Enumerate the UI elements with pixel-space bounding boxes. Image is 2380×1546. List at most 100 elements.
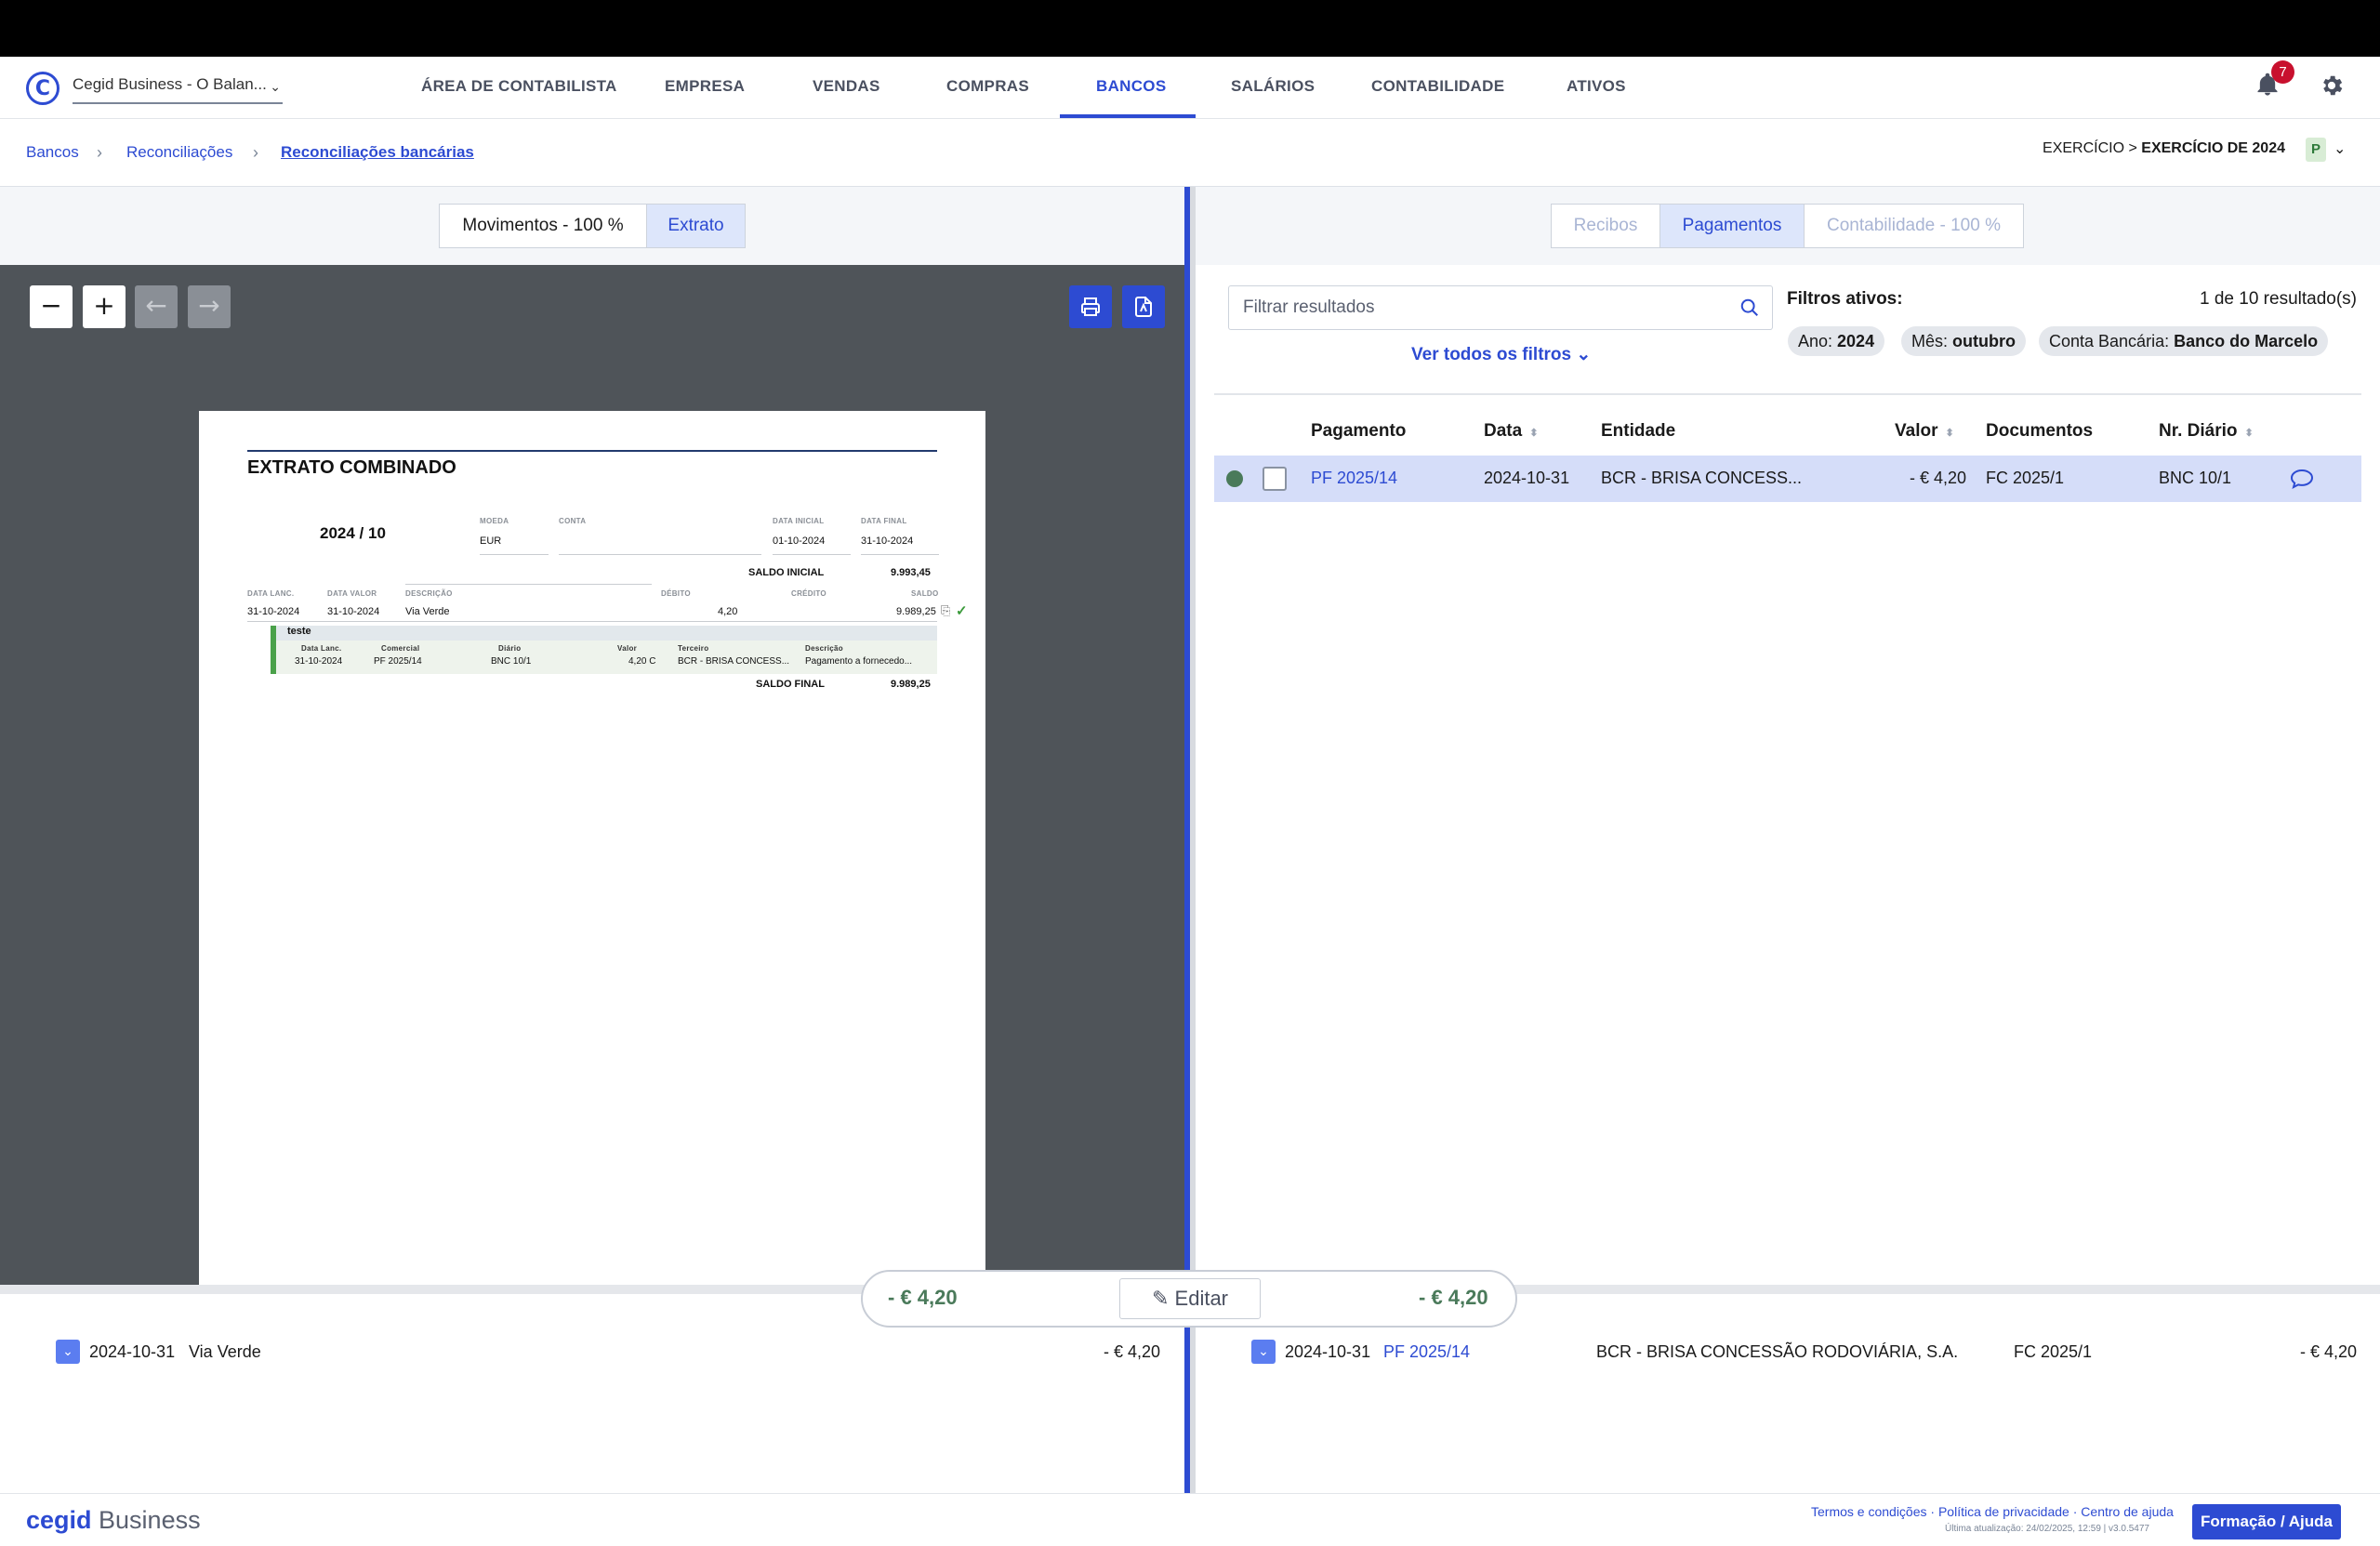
group-header: [271, 626, 937, 641]
group-header-data-lanc: Data Lanc.: [301, 644, 342, 653]
payment-entity: BCR - BRISA CONCESSÃO RODOVIÁRIA, S.A.: [1596, 1342, 1959, 1361]
column-header-pagamento[interactable]: Pagamento: [1311, 420, 1406, 443]
nav-item-compras[interactable]: COMPRAS: [946, 57, 1029, 116]
zoom-out-button[interactable]: −: [30, 285, 73, 328]
tab-movimentos[interactable]: Movimentos - 100 %: [439, 204, 647, 248]
nav-item-ativos[interactable]: ATIVOS: [1567, 57, 1626, 116]
column-header-nr-diario[interactable]: Nr. Diário ⬍: [2159, 420, 2254, 444]
previous-page-button[interactable]: ←: [135, 285, 178, 328]
tab-contabilidade[interactable]: Contabilidade - 100 %: [1804, 204, 2024, 248]
zoom-in-button[interactable]: +: [83, 285, 126, 328]
group-row-diario: BNC 10/1: [491, 656, 532, 667]
next-page-button[interactable]: →: [188, 285, 231, 328]
company-selector[interactable]: Cegid Business - O Balan... ⌄: [73, 74, 283, 104]
label-conta: CONTA: [559, 517, 587, 525]
line-data-valor: 31-10-2024: [327, 606, 380, 617]
payment-value: - € 4,20: [2300, 1342, 2358, 1361]
row-documents: FC 2025/1: [1986, 469, 2065, 487]
exercise-status-badge: P: [2306, 138, 2326, 162]
nav-item-contabilidade[interactable]: CONTABILIDADE: [1371, 57, 1504, 116]
row-checkbox[interactable]: [1263, 467, 1287, 491]
column-header-entidade[interactable]: Entidade: [1601, 420, 1675, 443]
exercise-selector[interactable]: EXERCÍCIO > EXERCÍCIO DE 2024: [2043, 138, 2285, 160]
label-data-final: DATA FINAL: [861, 517, 907, 525]
group-header-diario: Diário: [498, 644, 522, 653]
attachment-icon[interactable]: ⎘: [941, 603, 950, 618]
group-row-data-lanc: 31-10-2024: [295, 656, 343, 667]
column-header-data[interactable]: Data ⬍: [1484, 420, 1538, 444]
cegid-logo-icon[interactable]: C: [26, 72, 60, 105]
tab-extrato[interactable]: Extrato: [646, 204, 746, 248]
filter-chip-conta[interactable]: Conta Bancária: Banco do Marcelo: [2039, 326, 2329, 356]
nav-item-salarios[interactable]: SALÁRIOS: [1231, 57, 1315, 116]
movement-description: Via Verde: [189, 1342, 261, 1361]
row-value: - € 4,20: [1910, 469, 1967, 487]
breadcrumb-reconciliacoes[interactable]: Reconciliações: [126, 141, 232, 164]
payment-link[interactable]: PF 2025/14: [1383, 1340, 1470, 1364]
nav-item-contabilista[interactable]: ÁREA DE CONTABILISTA: [421, 57, 617, 116]
summary-right-total: - € 4,20: [1419, 1286, 1488, 1309]
row-payment-link[interactable]: PF 2025/14: [1311, 467, 1397, 489]
edit-label: Editar: [1174, 1287, 1229, 1310]
statement-period: 2024 / 10: [320, 524, 386, 542]
chip-value: outubro: [1952, 332, 2016, 350]
print-icon[interactable]: [1069, 285, 1112, 328]
nav-item-bancos[interactable]: BANCOS: [1096, 57, 1166, 116]
settings-gear-icon[interactable]: [2319, 73, 2345, 99]
status-dot: [1226, 470, 1243, 487]
column-header-nr-diario-label: Nr. Diário: [2159, 421, 2238, 441]
main-navigation: [0, 57, 2380, 119]
payments-panel: [1214, 265, 2361, 1264]
group-row-terceiro: BCR - BRISA CONCESS...: [678, 656, 790, 667]
breadcrumb-reconciliacoes-bancarias[interactable]: Reconciliações bancárias: [281, 141, 474, 164]
saldo-final-label: SALDO FINAL: [756, 679, 825, 690]
group-row-valor: 4,20 C: [628, 656, 656, 667]
comment-icon[interactable]: [2289, 468, 2315, 490]
nav-item-empresa[interactable]: EMPRESA: [665, 57, 745, 116]
search-icon[interactable]: [1739, 297, 1760, 318]
last-updated: Última atualização: 24/02/2025, 12:59 | …: [1945, 1524, 2149, 1534]
search-input[interactable]: Filtrar resultados: [1228, 285, 1773, 330]
tab-recibos[interactable]: Recibos: [1551, 204, 1660, 248]
filter-chip-mes[interactable]: Mês: outubro: [1901, 326, 2026, 356]
results-count: 1 de 10 resultado(s): [2200, 289, 2357, 309]
training-help-button[interactable]: Formação / Ajuda: [2192, 1504, 2341, 1539]
chip-key: Mês:: [1911, 332, 1953, 350]
footer-link-terms[interactable]: Termos e condições: [1811, 1504, 1927, 1519]
divider: [1214, 393, 2361, 395]
pdf-export-icon[interactable]: [1122, 285, 1165, 328]
breadcrumb-bancos[interactable]: Bancos: [26, 141, 79, 164]
chevron-down-icon[interactable]: ⌄: [2334, 138, 2346, 162]
brand-bold: cegid: [26, 1506, 92, 1534]
filter-chip-ano[interactable]: Ano: 2024: [1788, 326, 1885, 356]
column-header-documentos[interactable]: Documentos: [1986, 420, 2093, 443]
footer-link-help[interactable]: Centro de ajuda: [2081, 1504, 2174, 1519]
sort-icon: ⬍: [1529, 428, 1539, 439]
column-header-valor-label: Valor: [1895, 421, 1938, 441]
edit-button[interactable]: ✎ Editar: [1119, 1278, 1261, 1319]
see-all-filters-link[interactable]: Ver todos os filtros ⌄: [1411, 344, 1591, 366]
column-header-data-label: Data: [1484, 421, 1523, 441]
chip-key: Ano:: [1798, 332, 1838, 350]
saldo-inicial-label: SALDO INICIAL: [748, 567, 825, 578]
label-descricao: DESCRIÇÃO: [405, 589, 453, 598]
footer-link-privacy[interactable]: Política de privacidade: [1938, 1504, 2069, 1519]
movement-checkbox[interactable]: ⌄: [56, 1340, 80, 1364]
chevron-right-icon: ›: [253, 143, 258, 162]
footer-links: Termos e condições · Política de privaci…: [1811, 1504, 2174, 1519]
column-header-valor[interactable]: Valor ⬍: [1895, 420, 1954, 444]
exercise-label: EXERCÍCIO >: [2043, 140, 2142, 156]
tab-pagamentos[interactable]: Pagamentos: [1659, 204, 1805, 248]
underline: [559, 554, 761, 555]
underline: [861, 554, 939, 555]
label-credito: CRÉDITO: [791, 589, 826, 598]
label-moeda: MOEDA: [480, 517, 509, 525]
label-saldo: SALDO: [911, 589, 939, 598]
group-row-descricao: Pagamento a fornecedo...: [805, 656, 913, 667]
saldo-final-value: 9.989,25: [891, 679, 931, 690]
payment-checkbox[interactable]: ⌄: [1251, 1340, 1276, 1364]
row-entity: BCR - BRISA CONCESS...: [1601, 469, 1803, 487]
nav-item-vendas[interactable]: VENDAS: [813, 57, 880, 116]
payment-date: 2024-10-31: [1285, 1342, 1371, 1361]
notification-count-badge: 7: [2271, 60, 2294, 84]
